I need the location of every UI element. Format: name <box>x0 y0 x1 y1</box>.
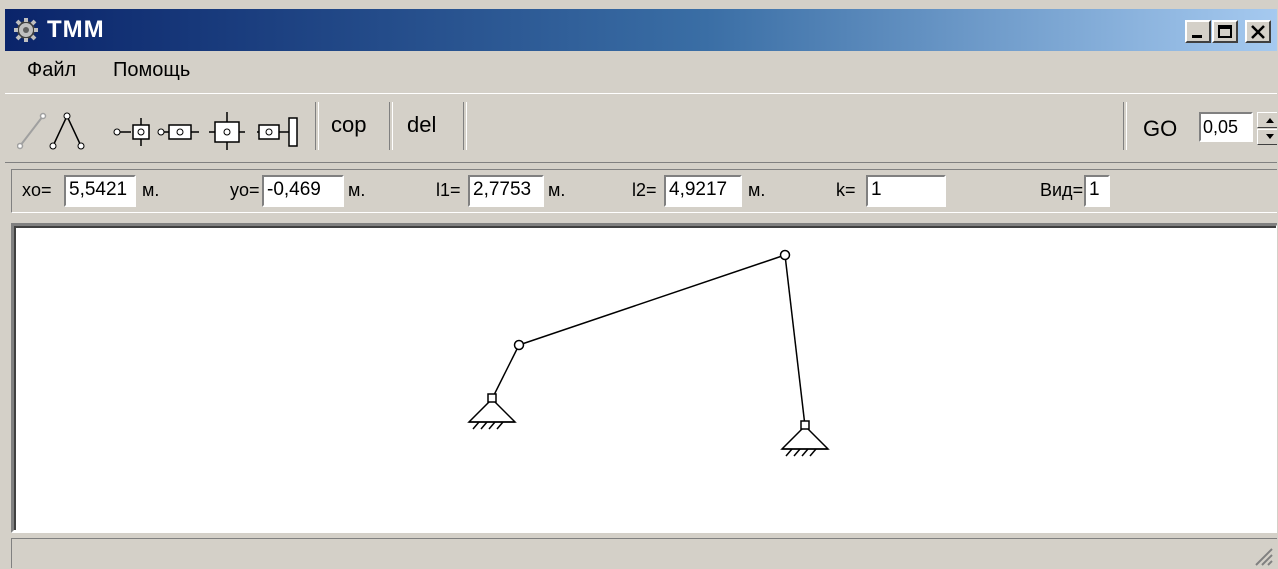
toolbar: cop del GO 0,05 <box>5 93 1277 163</box>
crosshead-tool-icon[interactable] <box>205 110 249 150</box>
gear-icon <box>14 18 38 42</box>
resize-grip-icon[interactable] <box>1252 545 1274 567</box>
xo-unit: м. <box>142 180 160 200</box>
spin-up-button[interactable] <box>1257 112 1277 128</box>
l2-unit: м. <box>748 180 766 200</box>
l2-input[interactable]: 4,9217 <box>664 175 742 207</box>
mechanism-drawing <box>467 249 830 457</box>
go-button[interactable]: GO <box>1143 116 1177 142</box>
toolbar-separator <box>315 102 319 150</box>
yo-unit: м. <box>348 180 366 200</box>
joint-a <box>513 339 525 351</box>
joint-b <box>779 249 791 261</box>
k-label: k= <box>836 180 856 200</box>
copy-button[interactable]: cop <box>331 112 366 138</box>
parameters-bar: xo= 5,5421 м. yo= -0,469 м. l1= 2,7753 м… <box>11 169 1277 213</box>
xo-label: xo= <box>22 180 52 200</box>
coupler-link <box>518 254 786 346</box>
crank-link <box>491 344 520 400</box>
title-bar[interactable]: TMM <box>5 9 1277 51</box>
yo-input[interactable]: -0,469 <box>262 175 344 207</box>
minimize-icon <box>1192 35 1202 38</box>
slider-tool-icon[interactable] <box>111 110 153 150</box>
menu-file[interactable]: Файл <box>27 59 76 82</box>
minimize-button[interactable] <box>1185 20 1211 43</box>
link-tool-icon[interactable] <box>17 110 47 150</box>
l1-label: l1= <box>436 180 461 200</box>
maximize-icon <box>1218 25 1232 38</box>
toolbar-separator <box>463 102 467 150</box>
drawing-canvas[interactable] <box>11 223 1277 533</box>
delete-button[interactable]: del <box>407 112 436 138</box>
arrow-down-icon <box>1266 134 1274 139</box>
fixed-support-icon <box>467 397 517 430</box>
joint-o <box>487 393 497 403</box>
step-input[interactable]: 0,05 <box>1199 112 1253 142</box>
xo-input[interactable]: 5,5421 <box>64 175 136 207</box>
l2-label: l2= <box>632 180 657 200</box>
menu-bar: Файл Помощь <box>5 53 1277 89</box>
maximize-button[interactable] <box>1212 20 1238 43</box>
toolbar-separator <box>1123 102 1127 150</box>
k-input[interactable]: 1 <box>866 175 946 207</box>
view-input[interactable]: 1 <box>1084 175 1110 207</box>
view-label: Вид= <box>1040 180 1084 200</box>
joint-c <box>800 420 810 430</box>
close-button[interactable] <box>1245 20 1271 43</box>
close-icon <box>1251 25 1265 39</box>
status-bar <box>11 538 1277 568</box>
fixed-support-icon <box>780 424 830 457</box>
rocker-link <box>784 254 806 427</box>
arrow-up-icon <box>1266 118 1274 123</box>
yo-label: yo= <box>230 180 260 200</box>
app-window: TMM Файл Помощь cop del GO 0,05 xo= 5,54… <box>0 0 1278 569</box>
spin-down-button[interactable] <box>1257 129 1277 145</box>
l1-input[interactable]: 2,7753 <box>468 175 544 207</box>
step-spinner[interactable] <box>1257 112 1277 146</box>
window-title: TMM <box>47 16 105 43</box>
toolbar-separator <box>389 102 393 150</box>
slider-joint-tool-icon[interactable] <box>155 110 203 150</box>
menu-help[interactable]: Помощь <box>113 59 190 82</box>
l1-unit: м. <box>548 180 566 200</box>
piston-tool-icon[interactable] <box>251 110 301 150</box>
dyad-tool-icon[interactable] <box>49 110 85 150</box>
